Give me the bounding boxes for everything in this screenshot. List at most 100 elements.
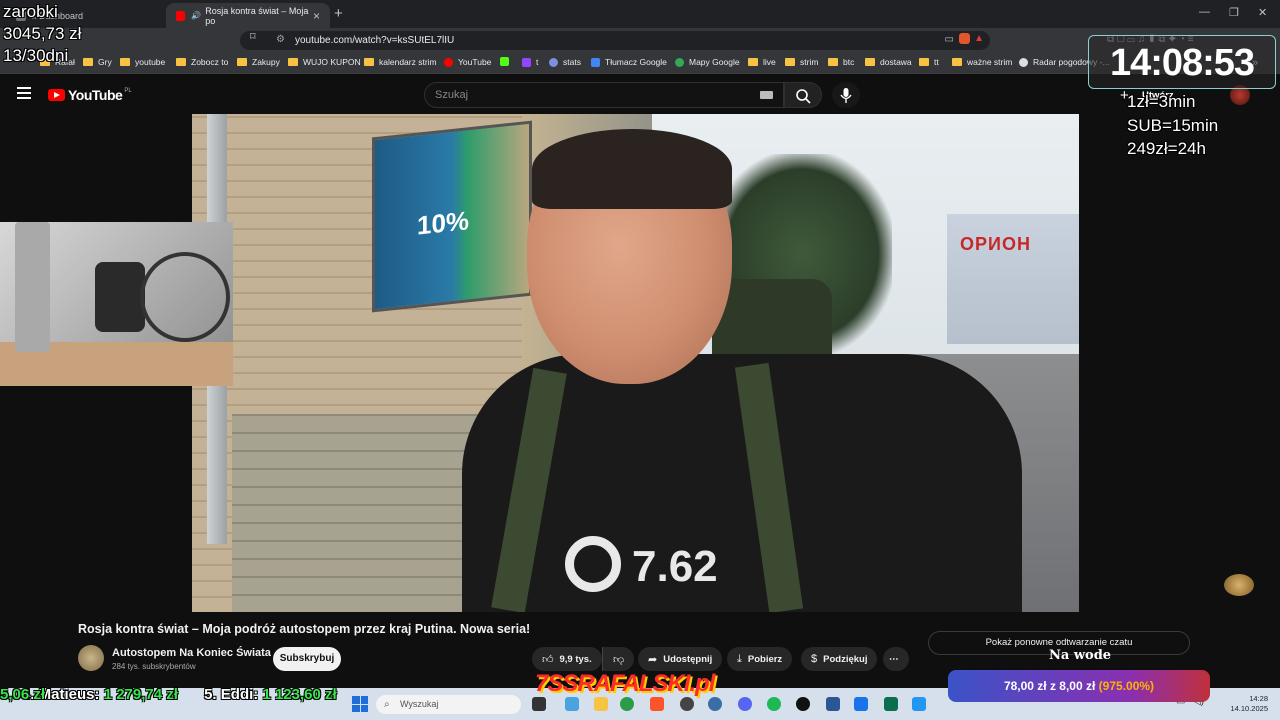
- share-button[interactable]: ➦ Udostępnij: [638, 647, 723, 671]
- file-explorer-icon[interactable]: [594, 697, 608, 711]
- stream-clock: 14:08:53: [1088, 35, 1276, 89]
- video-billboard: 10%: [372, 120, 532, 313]
- bookmark-zobocz[interactable]: Zobocz to: [176, 57, 228, 67]
- like-button[interactable]: 👍︎ 9,9 tys.: [532, 647, 602, 671]
- app-icon-6[interactable]: [912, 697, 926, 711]
- tab-youtube-video[interactable]: 🔊 Rosja kontra świat – Moja po ×: [166, 3, 330, 28]
- bookmark-mapy[interactable]: Mapy Google: [675, 57, 740, 67]
- bookmark-youtube-folder[interactable]: youtube: [120, 57, 165, 67]
- youtube-play-icon: [48, 89, 65, 101]
- thanks-icon: $: [811, 653, 818, 665]
- shirt-logo-ring-icon: [565, 536, 621, 592]
- bookmark-wazne-strim[interactable]: ważne strim: [952, 57, 1012, 67]
- streamer-webcam: [0, 222, 233, 386]
- webcam-bicycle-wheel: [140, 252, 230, 342]
- close-window-icon[interactable]: ✕: [1258, 6, 1267, 19]
- bookmark-tt[interactable]: tt: [919, 57, 939, 67]
- site-info-icon[interactable]: ⚙: [276, 34, 285, 45]
- ticker-donor: 5. Eddi:: [204, 686, 263, 703]
- cast-icon[interactable]: ▭: [945, 34, 954, 45]
- video-store-sign: ОРИОН: [960, 234, 1031, 254]
- more-actions-button[interactable]: ⋯: [883, 647, 909, 671]
- channel-avatar[interactable]: [78, 645, 104, 671]
- bookmark-icon[interactable]: ⌑: [250, 30, 256, 43]
- voice-search-button[interactable]: [832, 82, 860, 108]
- app-icon-2[interactable]: [796, 697, 810, 711]
- keyboard-icon[interactable]: [760, 91, 773, 99]
- app-icon-5[interactable]: [884, 697, 898, 711]
- shirt-logo-text: 7.62: [632, 542, 718, 591]
- search-input[interactable]: Szukaj: [424, 82, 784, 108]
- streamer-brand-logo: 7SSRAFALSKI.pl: [535, 670, 715, 697]
- download-button[interactable]: ⤓ Pobierz: [727, 647, 793, 671]
- brave-icon[interactable]: [650, 697, 664, 711]
- rate-per-day: 249zł=24h: [1127, 139, 1206, 158]
- donation-goal-title: Na wode: [1049, 648, 1112, 663]
- earnings-label: zarobki: [3, 2, 58, 21]
- bookmark-strim[interactable]: strim: [785, 57, 818, 67]
- app-icon-4[interactable]: [854, 697, 868, 711]
- days-counter: 13/30dni: [3, 46, 69, 65]
- minimize-icon[interactable]: —: [1199, 6, 1210, 18]
- tab-label: Rosja kontra świat – Moja po: [205, 5, 309, 26]
- discord-icon[interactable]: [738, 697, 752, 711]
- earnings-value: 3045,73 zł: [3, 24, 82, 43]
- channel-subscribers: 284 tys. subskrybentów: [112, 662, 196, 671]
- bookmark-live[interactable]: live: [748, 57, 776, 67]
- taskbar-clock[interactable]: 14:28 14.10.2025: [1226, 694, 1268, 714]
- bookmark-tlumacz[interactable]: Tłumacz Google: [591, 57, 667, 67]
- app-icon[interactable]: [708, 697, 722, 711]
- dislike-button[interactable]: 👎︎: [602, 647, 634, 671]
- download-icon: ⤓: [737, 652, 742, 665]
- ticker-amount: 1 279,74 zł: [103, 686, 178, 703]
- new-tab-button[interactable]: +: [334, 5, 343, 22]
- subscribe-button[interactable]: Subskrybuj: [273, 647, 341, 671]
- widgets-icon[interactable]: [565, 697, 579, 711]
- bookmark-gry[interactable]: Gry: [83, 57, 112, 67]
- share-icon: ➦: [648, 653, 658, 666]
- bookmark-youtube[interactable]: YouTube: [444, 57, 491, 67]
- youtube-favicon-icon: [176, 10, 186, 21]
- rate-per-zloty: 1zł=3min: [1127, 92, 1196, 111]
- donation-goal-bar: 78,00 zł z 8,00 zł (975.00%): [948, 670, 1210, 702]
- video-title: Rosja kontra świat – Moja podróż autosto…: [78, 622, 531, 636]
- channel-name[interactable]: Autostopem Na Koniec Świata: [112, 647, 271, 659]
- thanks-button[interactable]: $ Podziękuj: [801, 647, 878, 671]
- bookmark-twitch[interactable]: t: [522, 57, 538, 67]
- rate-per-sub: SUB=15min: [1127, 116, 1219, 135]
- speaker-icon: 🔊: [191, 11, 202, 20]
- video-person-hair: [532, 129, 732, 209]
- bookmark-stats[interactable]: stats: [549, 57, 581, 67]
- chrome-icon[interactable]: [620, 697, 634, 711]
- brave-rewards-icon[interactable]: ▲: [974, 33, 984, 44]
- menu-icon[interactable]: [17, 87, 31, 102]
- video-player[interactable]: ОРИОН 10% 7.62: [192, 114, 1079, 612]
- more-icon: ⋯: [889, 653, 899, 665]
- thumbs-up-icon: 👍︎: [542, 653, 554, 666]
- brave-shield-icon[interactable]: [959, 33, 970, 44]
- search-button[interactable]: [784, 82, 822, 108]
- webcam-exercise-bike: [95, 262, 145, 332]
- bookmark-dostawa[interactable]: dostawa: [865, 57, 912, 67]
- search-icon: [796, 89, 811, 104]
- microphone-icon: [840, 88, 852, 103]
- youtube-logo[interactable]: YouTube PL: [48, 87, 132, 103]
- webcam-person: [15, 222, 50, 352]
- ticker-amount: 1 123,60 zł: [262, 686, 337, 703]
- address-bar[interactable]: ⚙ youtube.com/watch?v=ksSUtEL7lIU ▭ ▲: [240, 31, 990, 50]
- task-view-icon[interactable]: [532, 697, 546, 711]
- restore-icon[interactable]: ❐: [1229, 6, 1239, 19]
- bookmark-kick[interactable]: [500, 57, 514, 66]
- bookmark-zakupy[interactable]: Zakupy: [237, 57, 280, 67]
- url-text: youtube.com/watch?v=ksSUtEL7lIU: [295, 35, 455, 46]
- app-icon-3[interactable]: [826, 697, 840, 711]
- top-donors-ticker: 5,06 zł 4. Matieus: 1 279,74 zł 5. Eddi:…: [0, 686, 520, 708]
- tab-close-icon[interactable]: ×: [313, 9, 320, 23]
- bookmark-kalendarz[interactable]: kalendarz strim: [364, 57, 437, 67]
- channel-watermark-icon[interactable]: [1224, 574, 1254, 596]
- spotify-icon[interactable]: [767, 697, 781, 711]
- ticker-amount: 5,06 zł: [0, 686, 46, 703]
- bookmark-wujo-kupon[interactable]: WUJO KUPON: [288, 57, 361, 67]
- bookmark-btc[interactable]: btc: [828, 57, 854, 67]
- obs-icon[interactable]: [680, 697, 694, 711]
